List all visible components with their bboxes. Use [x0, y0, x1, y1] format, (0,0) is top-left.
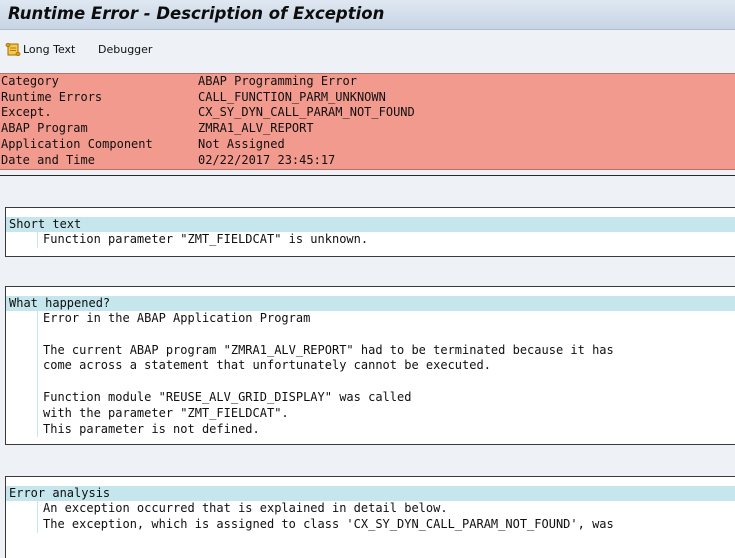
section-title: What happened?: [6, 296, 735, 311]
debugger-button[interactable]: Debugger: [98, 41, 152, 58]
window-title: Runtime Error - Description of Exception: [8, 4, 385, 23]
header-value: ABAP Programming Error: [198, 74, 357, 88]
text-line: [6, 327, 735, 343]
indent-rule: [37, 311, 38, 438]
header-key: Application Component: [1, 136, 153, 151]
header-key: Except.: [1, 105, 52, 120]
debugger-label: Debugger: [98, 43, 153, 56]
text-line: Function parameter "ZMT_FIELDCAT" is unk…: [43, 232, 369, 246]
section-body: Error in the ABAP Application Program Th…: [6, 311, 735, 438]
header-row-application-component: Application Component Not Assigned: [0, 137, 735, 153]
section-title: Error analysis: [6, 486, 735, 501]
header-value: CX_SY_DYN_CALL_PARAM_NOT_FOUND: [198, 105, 415, 120]
header-value: 02/22/2017 23:45:17: [198, 152, 336, 167]
header-key: Date and Time: [1, 152, 95, 167]
text-line: [6, 374, 735, 390]
section-body: An exception occurred that is explained …: [6, 501, 735, 533]
section-body: Function parameter "ZMT_FIELDCAT" is unk…: [6, 232, 735, 248]
long-text-button[interactable]: Long Text: [5, 41, 75, 58]
scroll-document-icon: [5, 42, 21, 57]
separator-line: [0, 175, 735, 176]
text-line: with the parameter "ZMT_FIELDCAT".: [43, 405, 289, 420]
title-bar: Runtime Error - Description of Exception: [0, 0, 735, 30]
header-row-category: Category ABAP Programming Error: [0, 74, 735, 90]
section-short-text: Short text Function parameter "ZMT_FIELD…: [5, 207, 735, 257]
text-line: The current ABAP program "ZMRA1_ALV_REPO…: [43, 342, 614, 357]
text-line: Error in the ABAP Application Program: [43, 311, 311, 325]
header-row-abap-program: ABAP Program ZMRA1_ALV_REPORT: [0, 121, 735, 137]
text-line: Function module "REUSE_ALV_GRID_DISPLAY"…: [43, 389, 412, 404]
section-title: Short text: [6, 217, 735, 232]
text-line: This parameter is not defined.: [43, 421, 260, 436]
text-line: The exception, which is assigned to clas…: [43, 516, 614, 531]
indent-rule: [37, 232, 38, 248]
text-line: An exception occurred that is explained …: [43, 501, 448, 515]
long-text-label: Long Text: [23, 43, 76, 56]
header-key: ABAP Program: [1, 121, 88, 136]
text-line: come across a statement that unfortunate…: [43, 358, 491, 373]
header-key: Category: [1, 74, 59, 88]
indent-rule: [37, 501, 38, 533]
header-value: Not Assigned: [198, 136, 285, 151]
header-value: CALL_FUNCTION_PARM_UNKNOWN: [198, 89, 386, 104]
error-header-info: Category ABAP Programming Error Runtime …: [0, 73, 735, 170]
section-error-analysis: Error analysis An exception occurred tha…: [5, 476, 735, 558]
header-row-runtime-errors: Runtime Errors CALL_FUNCTION_PARM_UNKNOW…: [0, 90, 735, 106]
header-row-date-time: Date and Time 02/22/2017 23:45:17: [0, 153, 735, 169]
header-row-exception: Except. CX_SY_DYN_CALL_PARAM_NOT_FOUND: [0, 105, 735, 121]
header-value: ZMRA1_ALV_REPORT: [198, 121, 314, 136]
section-what-happened: What happened? Error in the ABAP Applica…: [5, 286, 735, 445]
application-toolbar: Long Text Debugger: [0, 31, 735, 67]
header-key: Runtime Errors: [1, 89, 103, 104]
